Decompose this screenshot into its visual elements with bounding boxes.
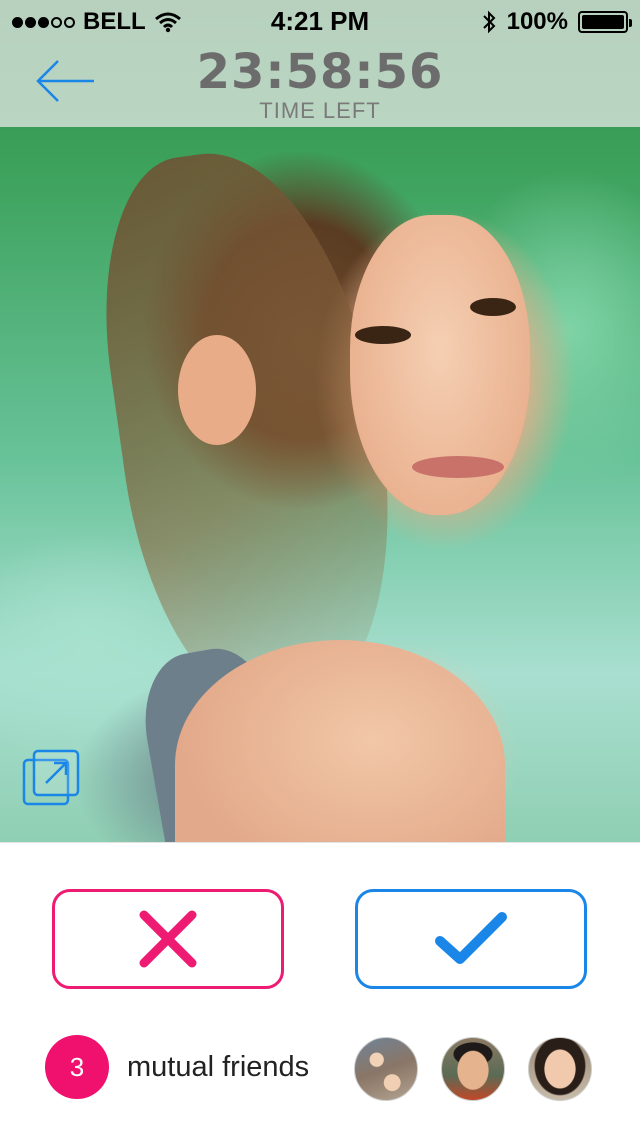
friend-avatar-3[interactable]	[528, 1037, 592, 1101]
friend-avatar-2[interactable]	[441, 1037, 505, 1101]
bluetooth-icon	[482, 10, 496, 34]
time-left-label: TIME LEFT	[259, 98, 381, 123]
photo-eye-right	[470, 298, 516, 316]
status-bar: BELL 4:21 PM 100%	[0, 0, 640, 40]
mutual-friends[interactable]: 3 mutual friends	[45, 1035, 309, 1099]
battery-percent: 100%	[506, 8, 568, 35]
reject-button[interactable]	[52, 889, 284, 989]
expand-photo-button[interactable]	[22, 748, 82, 808]
photo-eye-left	[355, 326, 411, 344]
checkmark-icon	[435, 912, 507, 964]
status-right: 100%	[481, 8, 632, 36]
action-panel: 3 mutual friends	[0, 842, 640, 1137]
mutual-count-badge: 3	[45, 1035, 109, 1099]
cross-icon	[139, 910, 197, 968]
photo-lips	[412, 456, 504, 478]
countdown-timer: 23:58:56	[196, 44, 444, 100]
expand-icon	[22, 749, 80, 806]
photo-ear	[178, 335, 256, 445]
mutual-friends-label: mutual friends	[127, 1050, 310, 1083]
friend-avatar-1[interactable]	[354, 1037, 418, 1101]
battery-icon	[578, 11, 632, 33]
accept-button[interactable]	[355, 889, 587, 989]
